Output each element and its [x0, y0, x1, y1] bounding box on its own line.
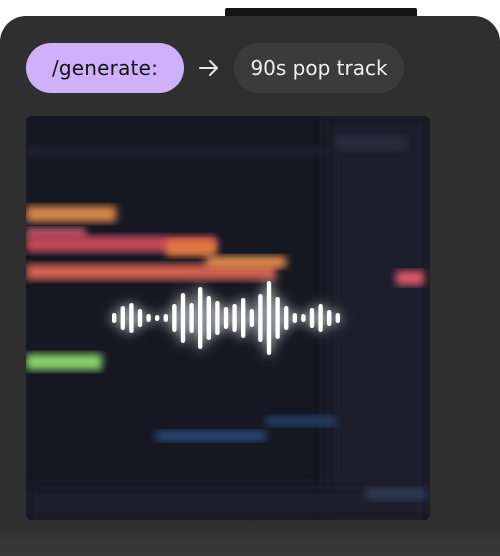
waveform-bar	[155, 315, 160, 321]
waveform-bar	[266, 281, 272, 355]
query-pill[interactable]: 90s pop track	[234, 43, 404, 93]
waveform-bar	[112, 313, 117, 323]
waveform-bar	[163, 314, 168, 322]
waveform-bar	[249, 309, 254, 327]
waveform-bar	[318, 304, 323, 332]
waveform-bar	[275, 297, 280, 339]
waveform-bar	[180, 293, 186, 343]
card-bottom-edge	[0, 520, 500, 556]
waveform-bar	[284, 306, 289, 330]
waveform-bar	[241, 298, 246, 338]
audio-waveform-icon	[112, 281, 340, 355]
waveform-bar	[215, 301, 220, 335]
waveform-bar	[309, 308, 315, 328]
waveform-bar	[232, 304, 237, 332]
waveform-bar	[189, 303, 194, 333]
command-label: /generate:	[51, 56, 159, 80]
waveform-bar	[335, 313, 340, 323]
prompt-row: /generate: 90s pop track	[26, 43, 496, 93]
waveform-bar	[206, 296, 211, 340]
arrow-right-icon	[199, 60, 218, 76]
waveform-bar	[129, 303, 134, 333]
waveform-bar	[301, 314, 306, 322]
waveform-bar	[327, 310, 332, 326]
waveform-bar	[137, 309, 143, 327]
waveform-bar	[198, 287, 203, 349]
music-editor-preview	[26, 116, 430, 520]
waveform-bar	[292, 313, 297, 323]
query-label: 90s pop track	[250, 56, 388, 80]
waveform-bar	[146, 314, 151, 322]
waveform-bar	[172, 304, 177, 332]
waveform-bar	[258, 294, 263, 342]
waveform-bar	[120, 306, 125, 330]
waveform-bar	[223, 307, 229, 329]
generate-card: /generate: 90s pop track	[0, 16, 500, 556]
generate-command-pill[interactable]: /generate:	[26, 43, 184, 93]
